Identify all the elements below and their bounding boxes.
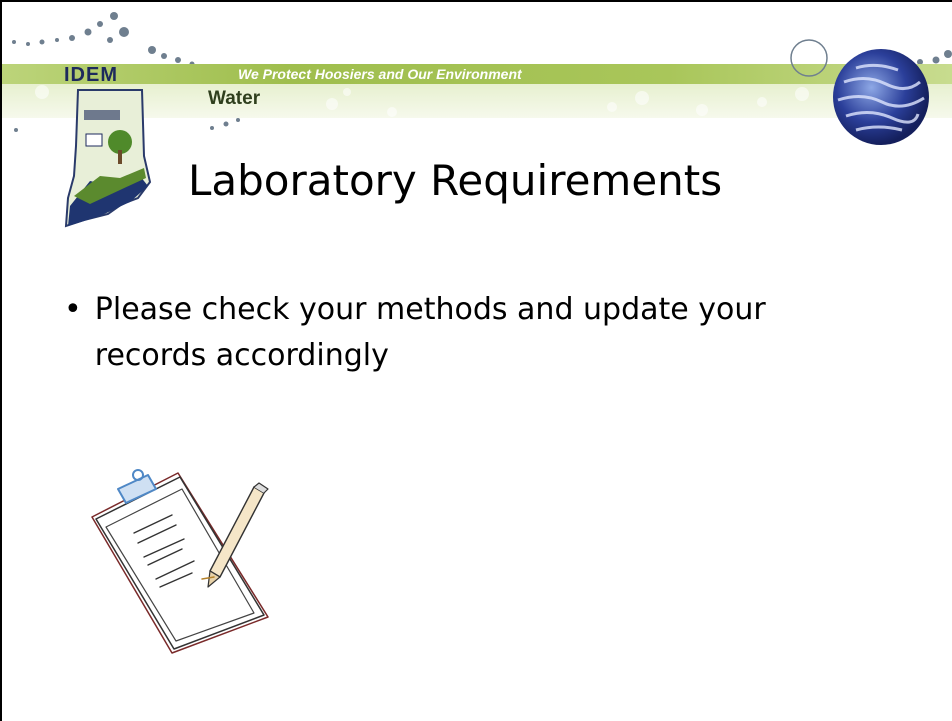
clipboard-pencil-clipart	[91, 469, 269, 654]
small-circle-decoration	[790, 39, 828, 77]
bullet-item: • Please check your methods and update y…	[64, 287, 884, 379]
idem-logo: IDEM	[64, 64, 118, 86]
indiana-state-logo-icon	[64, 89, 152, 228]
bullet-text: Please check your methods and update you…	[94, 292, 766, 373]
banner-tagline: We Protect Hoosiers and Our Environment	[238, 66, 522, 82]
globe-icon	[833, 49, 929, 145]
bullet-symbol: •	[64, 292, 82, 327]
section-label: Water	[208, 88, 261, 109]
slide-title: Laboratory Requirements	[188, 156, 723, 205]
slide: IDEM We Protect Hoosiers and Our Environ…	[0, 0, 952, 721]
